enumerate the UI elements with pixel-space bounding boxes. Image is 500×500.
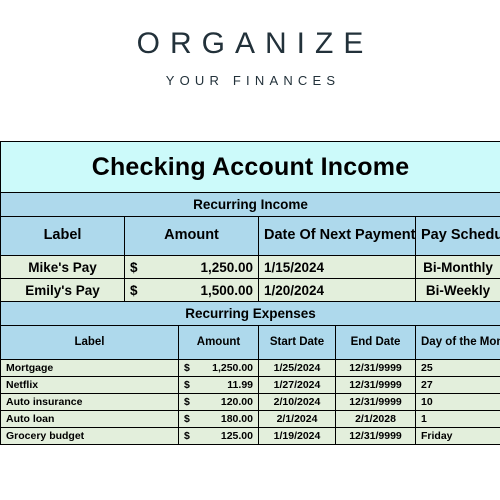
expense-amount: $ 125.00 (178, 427, 259, 445)
expense-col-label: Label (0, 325, 179, 360)
income-section-row: Recurring Income (0, 192, 500, 217)
expense-start-date: 2/10/2024 (258, 393, 336, 411)
expense-col-day-paid: Day of the Month Paid (414, 325, 500, 360)
expense-start-date: 2/1/2024 (258, 410, 336, 428)
income-section-label: Recurring Income (0, 192, 500, 217)
expense-label: Netflix (0, 376, 179, 394)
expenses-section-label: Recurring Expenses (0, 301, 500, 326)
expense-table-row[interactable]: Grocery budget $ 125.00 1/19/2024 12/31/… (0, 427, 500, 445)
expense-amount-value: 125.00 (220, 430, 253, 442)
sheet-title: Checking Account Income (0, 141, 500, 193)
currency-symbol: $ (130, 259, 138, 275)
expense-amount: $ 11.99 (178, 376, 259, 394)
currency-symbol: $ (184, 430, 190, 442)
expense-end-date: 12/31/9999 (335, 393, 416, 411)
income-table-row[interactable]: Emily's Pay $ 1,500.00 1/20/2024 Bi-Week… (0, 278, 500, 302)
expense-amount-value: 180.00 (220, 413, 253, 425)
expense-col-start-date: Start Date (258, 325, 336, 360)
expense-amount: $ 120.00 (178, 393, 259, 411)
expenses-header-row: Label Amount Start Date End Date Day of … (0, 325, 500, 360)
expense-label: Mortgage (0, 359, 179, 377)
currency-symbol: $ (130, 282, 138, 298)
income-amount-value: 1,500.00 (200, 282, 253, 298)
expense-day-paid: 25 (414, 359, 500, 377)
expense-col-amount: Amount (178, 325, 259, 360)
expense-table-row[interactable]: Auto insurance $ 120.00 2/10/2024 12/31/… (0, 393, 500, 411)
expense-label: Auto loan (0, 410, 179, 428)
expense-start-date: 1/27/2024 (258, 376, 336, 394)
expense-amount-value: 11.99 (227, 379, 253, 391)
expense-end-date: 12/31/9999 (335, 376, 416, 394)
expenses-section-row: Recurring Expenses (0, 301, 500, 326)
expense-day-paid: 1 (414, 410, 500, 428)
expense-amount-value: 120.00 (220, 396, 253, 408)
expense-table-row[interactable]: Mortgage $ 1,250.00 1/25/2024 12/31/9999… (0, 359, 500, 377)
expense-end-date: 2/1/2028 (335, 410, 416, 428)
expense-amount-value: 1,250.00 (212, 362, 253, 374)
income-label: Emily's Pay (0, 278, 125, 302)
expense-amount: $ 1,250.00 (178, 359, 259, 377)
expense-amount: $ 180.00 (178, 410, 259, 428)
income-amount: $ 1,250.00 (124, 255, 259, 279)
budget-spreadsheet: Checking Account Income Recurring Income… (0, 141, 500, 445)
brand-subtitle: YOUR FINANCES (165, 72, 341, 88)
income-table-row[interactable]: Mike's Pay $ 1,250.00 1/15/2024 Bi-Month… (0, 255, 500, 279)
expense-label: Auto insurance (0, 393, 179, 411)
income-pay-schedule: Bi-Weekly (414, 278, 500, 302)
income-col-next-payment: Date Of Next Payment (258, 216, 416, 256)
expense-start-date: 1/19/2024 (258, 427, 336, 445)
brand-title: ORGANIZE (136, 27, 374, 60)
currency-symbol: $ (184, 396, 190, 408)
expense-day-paid: 27 (414, 376, 500, 394)
expense-label: Grocery budget (0, 427, 179, 445)
income-header-row: Label Amount Date Of Next Payment Pay Sc… (0, 216, 500, 256)
expense-day-paid: 10 (414, 393, 500, 411)
currency-symbol: $ (184, 413, 190, 425)
expense-table-row[interactable]: Auto loan $ 180.00 2/1/2024 2/1/2028 1 (0, 410, 500, 428)
income-col-pay-schedule: Pay Schedule (414, 216, 500, 256)
expense-end-date: 12/31/9999 (335, 427, 416, 445)
income-col-amount: Amount (124, 216, 259, 256)
income-label: Mike's Pay (0, 255, 125, 279)
income-amount-value: 1,250.00 (200, 259, 253, 275)
expense-end-date: 12/31/9999 (335, 359, 416, 377)
expense-col-end-date: End Date (335, 325, 416, 360)
income-amount: $ 1,500.00 (124, 278, 259, 302)
currency-symbol: $ (184, 379, 190, 391)
income-pay-schedule: Bi-Monthly (414, 255, 500, 279)
expense-table-row[interactable]: Netflix $ 11.99 1/27/2024 12/31/9999 27 (0, 376, 500, 394)
income-next-payment: 1/15/2024 (258, 255, 416, 279)
expense-start-date: 1/25/2024 (258, 359, 336, 377)
expense-day-paid: Friday (414, 427, 500, 445)
income-next-payment: 1/20/2024 (258, 278, 416, 302)
brand-header: ORGANIZE YOUR FINANCES (0, 0, 500, 88)
currency-symbol: $ (184, 362, 190, 374)
income-col-label: Label (0, 216, 125, 256)
sheet-title-row: Checking Account Income (0, 141, 500, 193)
